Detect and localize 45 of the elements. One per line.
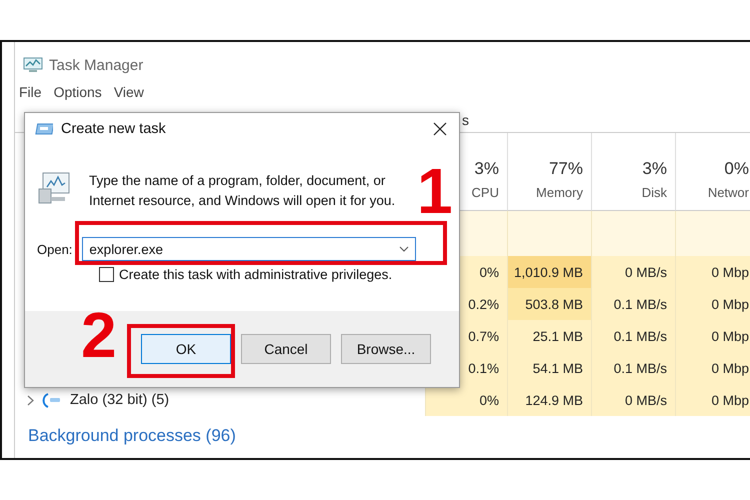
- menu-item[interactable]: View: [114, 84, 144, 106]
- table-cell: 124.9 MB: [507, 384, 591, 416]
- monitor-icon: [23, 57, 43, 73]
- table-cell: 0 Mbp: [675, 320, 750, 352]
- usage-percent: 77%: [548, 159, 583, 179]
- dialog-button[interactable]: OK: [141, 334, 231, 364]
- column-label: Disk: [642, 185, 667, 200]
- table-cell: 503.8 MB: [507, 288, 591, 320]
- menu-item[interactable]: Options: [54, 84, 102, 106]
- table-cell: 0 Mbp: [675, 352, 750, 384]
- table-cell: 0.1 MB/s: [591, 352, 675, 384]
- table-cell: 25.1 MB: [507, 320, 591, 352]
- table-cell: 0 Mbp: [675, 288, 750, 320]
- chevron-icon[interactable]: [27, 394, 34, 406]
- dialog-message: Type the name of a program, folder, document, or Internet resource, and Windows will open it for you.: [89, 172, 396, 210]
- table-cell: 0 MB/s: [591, 256, 675, 288]
- table-cell: 0.1 MB/s: [591, 288, 675, 320]
- dialog-button[interactable]: Browse...: [341, 334, 431, 364]
- window-title: Task Manager: [49, 56, 144, 74]
- command-combo-box[interactable]: explorer.exe: [82, 237, 416, 261]
- app-icon: [42, 392, 62, 408]
- group-heading[interactable]: Background processes (96): [15, 416, 750, 446]
- process-row-name[interactable]: Zalo (32 bit) (5): [15, 384, 425, 416]
- table-cell: 0 Mbp: [675, 256, 750, 288]
- dialog-button[interactable]: Cancel: [241, 334, 331, 364]
- column-label: CPU: [472, 185, 499, 200]
- open-label: Open:: [37, 242, 72, 256]
- tab[interactable]: s: [462, 106, 469, 132]
- step-number: 2: [81, 303, 117, 367]
- dialog-title: Create new task: [61, 121, 167, 137]
- run-icon: [35, 122, 53, 136]
- menu-item[interactable]: File: [19, 84, 42, 106]
- column-label: Networ: [708, 185, 749, 200]
- table-cell: 0 MB/s: [591, 384, 675, 416]
- close-button[interactable]: [431, 120, 449, 138]
- column-label: Memory: [536, 185, 583, 200]
- table-cell: 0%: [425, 384, 507, 416]
- table-cell: 0 Mbp: [675, 384, 750, 416]
- usage-percent: 0%: [724, 159, 749, 179]
- usage-percent: 3%: [474, 159, 499, 179]
- table-cell: 1,010.9 MB: [507, 256, 591, 288]
- usage-percent: 3%: [642, 159, 667, 179]
- table-cell: 54.1 MB: [507, 352, 591, 384]
- process-name: Zalo (32 bit) (5): [70, 392, 170, 408]
- table-cell: 0.1 MB/s: [591, 320, 675, 352]
